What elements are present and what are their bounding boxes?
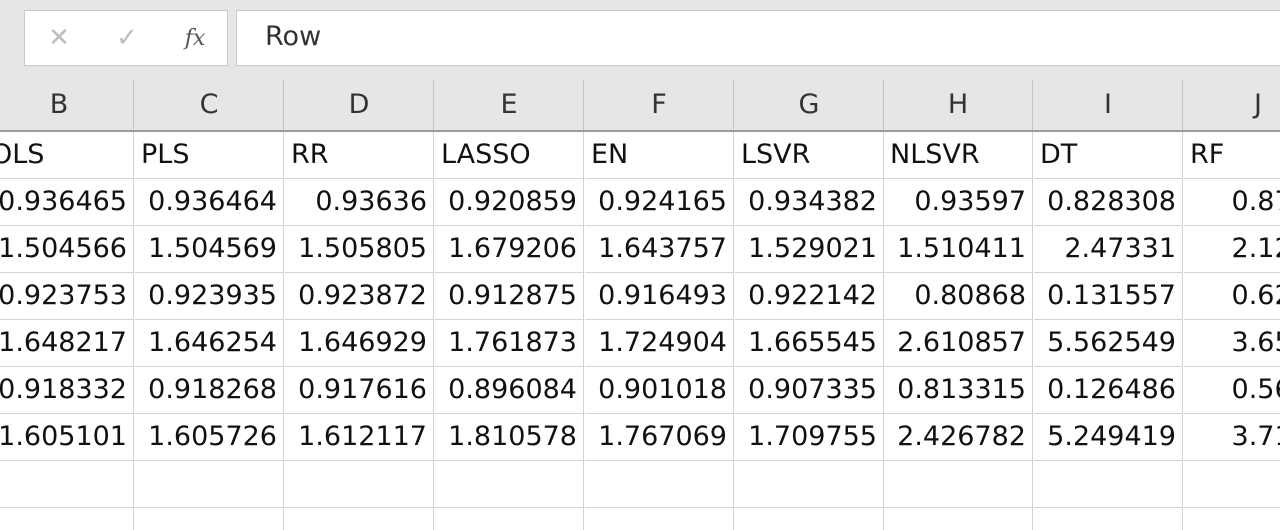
cell-d-8[interactable] — [285, 461, 434, 508]
cell-j-5[interactable]: 3.6505 — [1184, 320, 1280, 367]
cancel-icon[interactable]: ✕ — [39, 23, 79, 53]
cell-j-3[interactable]: 2.1207 — [1184, 226, 1280, 273]
cell-h-8[interactable] — [884, 461, 1033, 508]
cell-h-3[interactable]: 1.510411 — [884, 226, 1033, 273]
column-header-g[interactable]: G — [735, 80, 884, 130]
formula-input[interactable]: Row — [236, 10, 1280, 66]
cell-c-6[interactable]: 0.918268 — [135, 367, 284, 414]
cell-g-7[interactable]: 1.709755 — [735, 414, 884, 461]
cell-d-5[interactable]: 1.646929 — [285, 320, 434, 367]
column-headers: BCDEFGHIJ — [0, 80, 1280, 132]
cell-c-2[interactable]: 0.936464 — [135, 179, 284, 226]
formula-bar: ✕ ✓ fx Row — [0, 0, 1280, 80]
cell-h-7[interactable]: 2.426782 — [884, 414, 1033, 461]
cell-f-6[interactable]: 0.901018 — [585, 367, 734, 414]
spreadsheet-grid: BCDEFGHIJ OLSPLSRRLASSOENLSVRNLSVRDTRF0.… — [0, 80, 1280, 530]
cell-g-3[interactable]: 1.529021 — [735, 226, 884, 273]
cell-j-1[interactable]: RF — [1184, 132, 1280, 179]
cell-c-8[interactable] — [135, 461, 284, 508]
column-header-c[interactable]: C — [135, 80, 284, 130]
cell-j-4[interactable]: 0.6259 — [1184, 273, 1280, 320]
cell-j-8[interactable] — [1184, 461, 1280, 508]
cell-i-9[interactable] — [1034, 508, 1183, 530]
cell-h-2[interactable]: 0.93597 — [884, 179, 1033, 226]
cell-f-3[interactable]: 1.643757 — [585, 226, 734, 273]
cell-i-2[interactable]: 0.828308 — [1034, 179, 1183, 226]
cell-i-8[interactable] — [1034, 461, 1183, 508]
cell-i-6[interactable]: 0.126486 — [1034, 367, 1183, 414]
cell-g-9[interactable] — [735, 508, 884, 530]
cell-d-3[interactable]: 1.505805 — [285, 226, 434, 273]
cell-g-8[interactable] — [735, 461, 884, 508]
cell-b-7[interactable]: 1.605101 — [0, 414, 134, 461]
cell-b-8[interactable] — [0, 461, 134, 508]
column-header-d[interactable]: D — [285, 80, 434, 130]
cell-b-1[interactable]: OLS — [0, 132, 134, 179]
cell-e-4[interactable]: 0.912875 — [435, 273, 584, 320]
cell-g-4[interactable]: 0.922142 — [735, 273, 884, 320]
enter-icon[interactable]: ✓ — [107, 23, 147, 53]
cell-h-4[interactable]: 0.80868 — [884, 273, 1033, 320]
cell-h-9[interactable] — [884, 508, 1033, 530]
cell-e-7[interactable]: 1.810578 — [435, 414, 584, 461]
cell-b-2[interactable]: 0.936465 — [0, 179, 134, 226]
cell-d-6[interactable]: 0.917616 — [285, 367, 434, 414]
cell-g-1[interactable]: LSVR — [735, 132, 884, 179]
column-header-b[interactable]: B — [0, 80, 134, 130]
cell-c-7[interactable]: 1.605726 — [135, 414, 284, 461]
cell-c-3[interactable]: 1.504569 — [135, 226, 284, 273]
cell-e-5[interactable]: 1.761873 — [435, 320, 584, 367]
cell-e-8[interactable] — [435, 461, 584, 508]
cell-g-6[interactable]: 0.907335 — [735, 367, 884, 414]
cell-d-4[interactable]: 0.923872 — [285, 273, 434, 320]
cell-c-5[interactable]: 1.646254 — [135, 320, 284, 367]
cell-b-9[interactable] — [0, 508, 134, 530]
cell-b-4[interactable]: 0.923753 — [0, 273, 134, 320]
cell-g-5[interactable]: 1.665545 — [735, 320, 884, 367]
cell-f-5[interactable]: 1.724904 — [585, 320, 734, 367]
cell-d-7[interactable]: 1.612117 — [285, 414, 434, 461]
cell-j-2[interactable]: 0.8737 — [1184, 179, 1280, 226]
cell-i-3[interactable]: 2.47331 — [1034, 226, 1183, 273]
cell-e-9[interactable] — [435, 508, 584, 530]
cell-j-6[interactable]: 0.5630 — [1184, 367, 1280, 414]
column-header-j[interactable]: J — [1184, 80, 1280, 130]
column-header-i[interactable]: I — [1034, 80, 1183, 130]
cell-c-1[interactable]: PLS — [135, 132, 284, 179]
cell-i-4[interactable]: 0.131557 — [1034, 273, 1183, 320]
cell-i-5[interactable]: 5.562549 — [1034, 320, 1183, 367]
cell-b-5[interactable]: 1.648217 — [0, 320, 134, 367]
cell-f-8[interactable] — [585, 461, 734, 508]
cell-j-9[interactable] — [1184, 508, 1280, 530]
cell-b-6[interactable]: 0.918332 — [0, 367, 134, 414]
cell-d-9[interactable] — [285, 508, 434, 530]
cell-e-1[interactable]: LASSO — [435, 132, 584, 179]
cell-b-3[interactable]: 1.504566 — [0, 226, 134, 273]
cell-f-7[interactable]: 1.767069 — [585, 414, 734, 461]
cell-h-6[interactable]: 0.813315 — [884, 367, 1033, 414]
cell-d-2[interactable]: 0.93636 — [285, 179, 434, 226]
cell-f-1[interactable]: EN — [585, 132, 734, 179]
cell-i-1[interactable]: DT — [1034, 132, 1183, 179]
cell-f-2[interactable]: 0.924165 — [585, 179, 734, 226]
cell-f-9[interactable] — [585, 508, 734, 530]
column-header-e[interactable]: E — [435, 80, 584, 130]
column-header-f[interactable]: F — [585, 80, 734, 130]
cell-d-1[interactable]: RR — [285, 132, 434, 179]
insert-function-icon[interactable]: fx — [175, 23, 215, 53]
cell-e-2[interactable]: 0.920859 — [435, 179, 584, 226]
cell-c-4[interactable]: 0.923935 — [135, 273, 284, 320]
cell-e-6[interactable]: 0.896084 — [435, 367, 584, 414]
cell-i-7[interactable]: 5.249419 — [1034, 414, 1183, 461]
cell-h-5[interactable]: 2.610857 — [884, 320, 1033, 367]
cell-h-1[interactable]: NLSVR — [884, 132, 1033, 179]
formula-controls: ✕ ✓ fx — [24, 10, 228, 66]
cell-g-2[interactable]: 0.934382 — [735, 179, 884, 226]
cell-f-4[interactable]: 0.916493 — [585, 273, 734, 320]
cell-j-7[interactable]: 3.7127 — [1184, 414, 1280, 461]
cell-c-9[interactable] — [135, 508, 284, 530]
cell-e-3[interactable]: 1.679206 — [435, 226, 584, 273]
column-header-h[interactable]: H — [884, 80, 1033, 130]
